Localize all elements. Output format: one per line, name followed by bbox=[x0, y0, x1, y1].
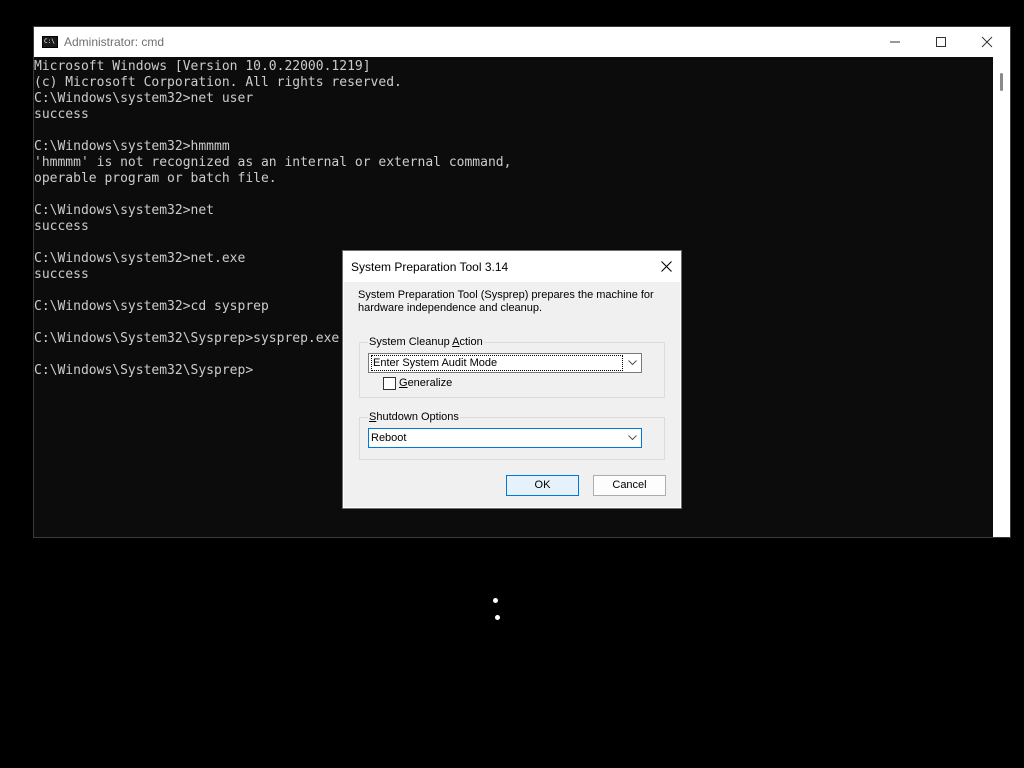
close-button[interactable] bbox=[964, 27, 1010, 57]
dialog-titlebar[interactable]: System Preparation Tool 3.14 bbox=[343, 251, 681, 282]
minimize-icon bbox=[890, 41, 900, 43]
shutdown-options-selected: Reboot bbox=[371, 432, 407, 444]
console-line: 'hmmmm' is not recognized as an internal… bbox=[34, 155, 512, 170]
cmd-window-title: Administrator: cmd bbox=[64, 35, 165, 49]
cleanup-action-dropdown[interactable]: Enter System Audit Mode bbox=[368, 353, 642, 373]
label-text: System Cleanup bbox=[369, 336, 453, 348]
dialog-title: System Preparation Tool 3.14 bbox=[351, 260, 509, 274]
label-accelerator: G bbox=[399, 377, 408, 389]
cmd-titlebar[interactable]: Administrator: cmd bbox=[34, 27, 1010, 57]
generalize-label[interactable]: Generalize bbox=[399, 377, 452, 390]
vertical-scrollbar[interactable] bbox=[993, 57, 1010, 537]
generalize-checkbox-box[interactable] bbox=[383, 377, 396, 390]
chevron-down-icon bbox=[628, 435, 637, 441]
scrollbar-thumb[interactable] bbox=[1000, 73, 1003, 91]
label-accelerator: A bbox=[452, 336, 460, 348]
console-line: operable program or batch file. bbox=[34, 171, 277, 186]
console-line: Microsoft Windows [Version 10.0.22000.12… bbox=[34, 59, 371, 74]
cleanup-action-group: System Cleanup Action Enter System Audit… bbox=[359, 336, 665, 398]
console-line: (c) Microsoft Corporation. All rights re… bbox=[34, 75, 402, 90]
cmd-icon bbox=[42, 36, 58, 48]
cleanup-action-label: System Cleanup Action bbox=[368, 336, 484, 349]
close-icon bbox=[981, 36, 993, 48]
shutdown-options-group: Shutdown Options Reboot bbox=[359, 411, 665, 460]
console-line: C:\Windows\system32>net user bbox=[34, 91, 254, 106]
shutdown-options-dropdown[interactable]: Reboot bbox=[368, 428, 642, 448]
console-line: C:\Windows\system32>net bbox=[34, 203, 215, 218]
minimize-button[interactable] bbox=[872, 27, 918, 57]
console-line: success bbox=[34, 219, 89, 234]
maximize-icon bbox=[936, 37, 946, 47]
dialog-client-area: System Preparation Tool (Sysprep) prepar… bbox=[344, 282, 680, 507]
label-text: ction bbox=[459, 336, 483, 348]
cleanup-action-selected: Enter System Audit Mode bbox=[371, 355, 623, 371]
dialog-close-button[interactable] bbox=[651, 251, 681, 282]
ok-button[interactable]: OK bbox=[506, 475, 579, 496]
sysprep-dialog: System Preparation Tool 3.14 System Prep… bbox=[342, 250, 682, 509]
loading-dot bbox=[493, 598, 498, 603]
dialog-description: System Preparation Tool (Sysprep) prepar… bbox=[358, 289, 654, 314]
shutdown-options-label: Shutdown Options bbox=[368, 411, 460, 424]
console-line: C:\Windows\system32>hmmmm bbox=[34, 139, 230, 154]
label-text: hutdown Options bbox=[376, 411, 459, 423]
chevron-down-icon bbox=[628, 360, 637, 366]
maximize-button[interactable] bbox=[918, 27, 964, 57]
close-icon bbox=[661, 261, 672, 272]
loading-dot bbox=[495, 615, 500, 620]
console-line: success bbox=[34, 107, 89, 122]
cancel-button[interactable]: Cancel bbox=[593, 475, 666, 496]
label-text: eneralize bbox=[407, 377, 453, 389]
